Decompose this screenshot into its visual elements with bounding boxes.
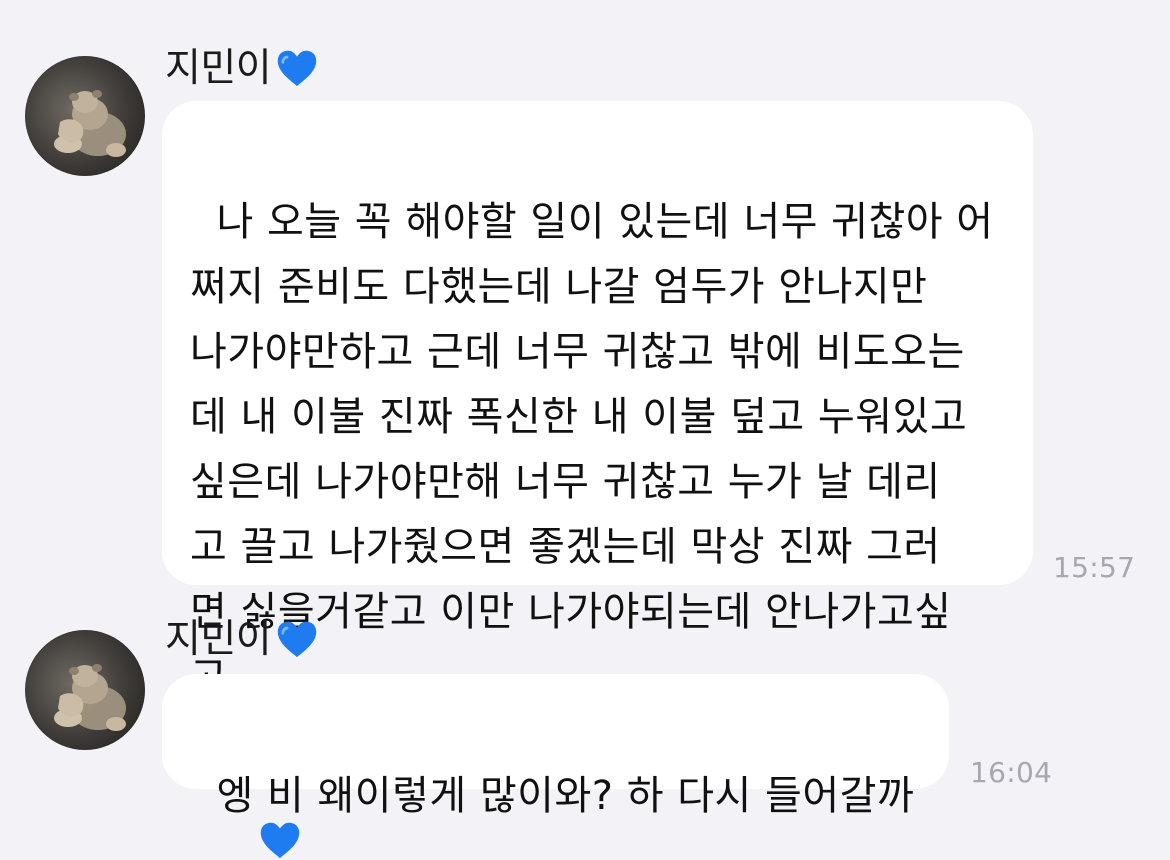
sender-avatar[interactable]: [25, 630, 145, 750]
bear-figurine-avatar-icon: [54, 664, 126, 731]
message-timestamp: 15:57: [1053, 551, 1136, 584]
blue-heart-icon: [275, 48, 319, 88]
sender-name: 지민이: [165, 619, 319, 659]
sender-name: 지민이: [165, 48, 319, 88]
sender-name-text: 지민이: [165, 616, 272, 662]
bear-figurine-avatar-icon: [54, 90, 126, 157]
blue-heart-icon: [258, 820, 302, 860]
sender-avatar[interactable]: [25, 56, 145, 176]
message-bubble[interactable]: 엥 비 왜이렇게 많이와? 하 다시 들어갈까: [162, 674, 949, 819]
message-timestamp: 16:04: [970, 756, 1053, 789]
message-bubble[interactable]: 나 오늘 꼭 해야할 일이 있는데 너무 귀찮아 어 쩌지 준비도 다했는데 나…: [162, 101, 1033, 700]
message-text: 엥 비 왜이렇게 많이와? 하 다시 들어갈까: [216, 773, 915, 819]
sender-name-text: 지민이: [165, 45, 272, 91]
blue-heart-icon: [275, 619, 319, 659]
